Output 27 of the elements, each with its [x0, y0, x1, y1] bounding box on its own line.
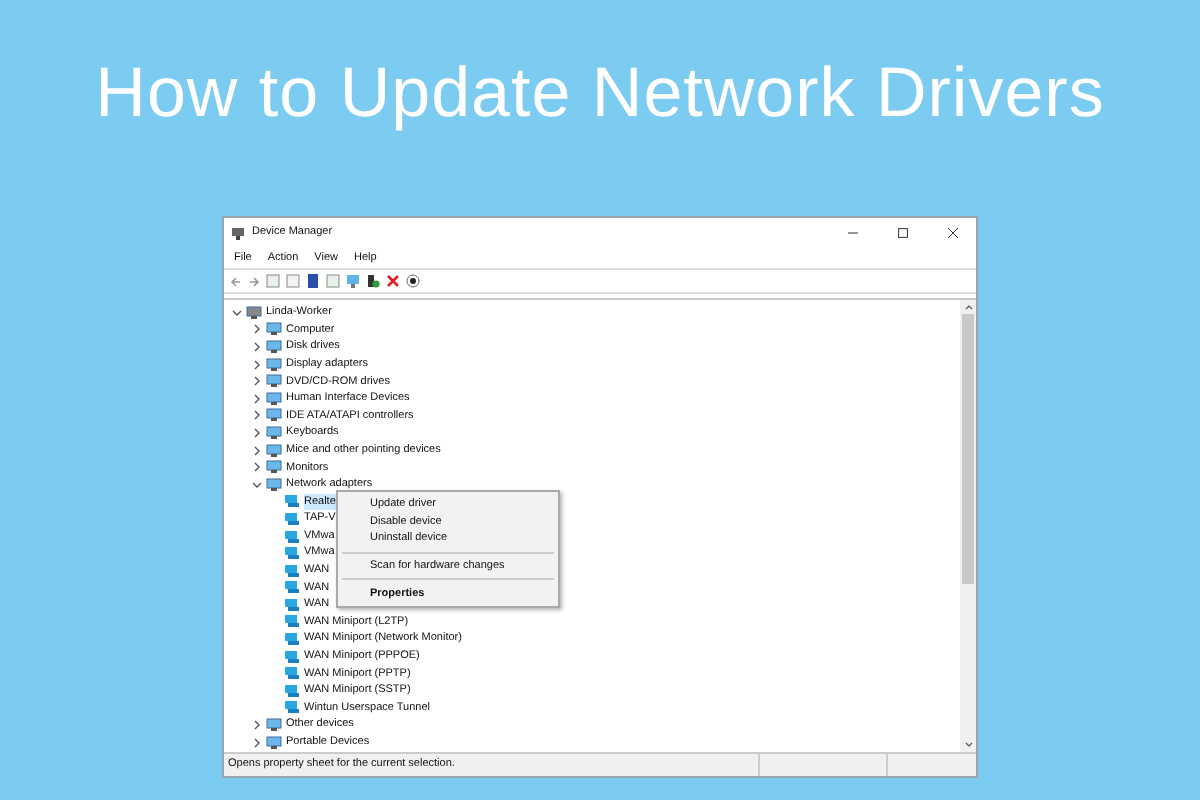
minimize-icon[interactable]	[848, 228, 858, 238]
scroll-down-icon[interactable]	[963, 740, 973, 750]
computer-icon	[246, 305, 262, 320]
chevron-down-icon[interactable]	[232, 307, 242, 318]
chevron-right-icon[interactable]	[252, 324, 262, 335]
chevron-right-icon[interactable]	[252, 376, 262, 387]
scroll-thumb[interactable]	[962, 314, 974, 584]
computer-icon	[230, 225, 246, 241]
chevron-right-icon[interactable]	[252, 359, 262, 370]
chevron-right-icon[interactable]	[252, 393, 262, 404]
scroll-up-icon[interactable]	[963, 302, 973, 312]
chevron-right-icon[interactable]	[252, 737, 262, 748]
maximize-icon[interactable]	[898, 228, 908, 238]
chevron-right-icon[interactable]	[252, 427, 262, 438]
remove-x-icon[interactable]	[386, 274, 400, 288]
monitor-icon[interactable]	[346, 274, 360, 288]
headline: How to Update Network Drivers	[95, 52, 1105, 136]
chevron-right-icon[interactable]	[252, 462, 262, 473]
chevron-down-icon[interactable]	[252, 479, 262, 490]
chevron-right-icon[interactable]	[252, 720, 262, 731]
scrollbar[interactable]	[960, 300, 976, 752]
close-icon[interactable]	[948, 228, 958, 238]
chevron-right-icon[interactable]	[252, 445, 262, 456]
forward-arrow-icon[interactable]	[248, 275, 260, 287]
chevron-right-icon[interactable]	[252, 410, 262, 421]
chevron-right-icon[interactable]	[252, 341, 262, 352]
back-arrow-icon[interactable]	[230, 275, 242, 287]
